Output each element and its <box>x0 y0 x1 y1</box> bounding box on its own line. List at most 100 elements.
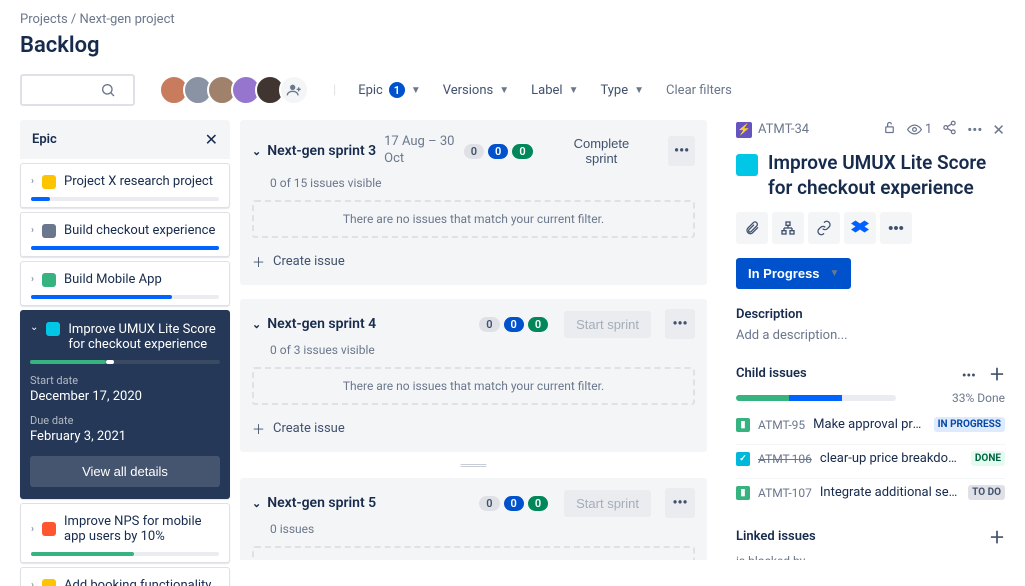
add-link-button[interactable]: ＋ <box>989 524 1005 548</box>
breadcrumb-root[interactable]: Projects <box>20 12 68 27</box>
filter-label[interactable]: Label ▼ <box>531 83 578 98</box>
count-inprogress: 0 <box>504 317 524 332</box>
dropbox-button[interactable] <box>844 212 876 244</box>
child-issue-row[interactable]: ▮ ATMT-95 Make approval pro... IN PROGRE… <box>736 411 1005 438</box>
sprint-name[interactable]: Next-gen sprint 3 <box>267 143 376 159</box>
description-heading: Description <box>736 307 1005 322</box>
epic-color-icon <box>736 154 758 176</box>
add-person-button[interactable] <box>279 75 309 105</box>
sprint-name[interactable]: Next-gen sprint 4 <box>267 316 376 332</box>
link-relation: is blocked by <box>736 554 1005 560</box>
close-icon[interactable]: ✕ <box>992 121 1005 139</box>
count-done: 0 <box>528 496 548 511</box>
epic-color-icon <box>42 522 56 536</box>
filter-epic[interactable]: Epic 1 ▼ <box>358 82 421 98</box>
issue-count: 0 of 3 issues visible <box>270 343 695 357</box>
description-field[interactable]: Add a description... <box>736 328 1005 343</box>
attach-button[interactable] <box>736 212 768 244</box>
sprint-menu-button[interactable]: ••• <box>665 309 695 339</box>
create-issue-button[interactable]: ＋Create issue <box>252 248 695 275</box>
search-input[interactable] <box>20 74 135 106</box>
sprint-action-button[interactable]: Start sprint <box>564 311 651 338</box>
chevron-down-icon[interactable]: ⌄ <box>252 318 261 331</box>
chevron-down-icon: ▼ <box>411 85 421 96</box>
epic-label: Build Mobile App <box>64 272 162 287</box>
chevron-down-icon[interactable]: ⌄ <box>252 145 261 158</box>
count-todo: 0 <box>479 496 499 511</box>
view-all-details-button[interactable]: View all details <box>30 456 220 487</box>
sprint-action-button[interactable]: Complete sprint <box>549 130 655 172</box>
lock-icon[interactable] <box>882 120 897 139</box>
child-issue-row[interactable]: ▮ ATMT-107 Integrate additional serv... … <box>736 478 1005 506</box>
sprint-menu-button[interactable]: ••• <box>668 136 695 166</box>
epic-color-icon <box>42 175 56 189</box>
epic-label: Improve UMUX Lite Score for checkout exp… <box>68 322 220 352</box>
epic-item[interactable]: › Build checkout experience <box>20 212 230 257</box>
create-issue-button[interactable]: ＋Create issue <box>252 415 695 442</box>
epic-label: Improve NPS for mobile app users by 10% <box>64 514 219 544</box>
plus-icon: ＋ <box>252 252 265 271</box>
epic-item[interactable]: › Project X research project <box>20 163 230 208</box>
sprint-card: ⌄ Next-gen sprint 4 0 0 0 Start sprint ••… <box>240 299 707 452</box>
sprint-menu-button[interactable]: ••• <box>665 488 695 518</box>
empty-drop-zone[interactable]: There are no issues that match your curr… <box>252 367 695 405</box>
add-person-icon <box>286 82 302 98</box>
sprint-name[interactable]: Next-gen sprint 5 <box>267 495 376 511</box>
more-icon[interactable]: ••• <box>967 121 982 139</box>
child-key: ATMT-107 <box>758 486 812 500</box>
chevron-down-icon: ⌄ <box>30 322 38 333</box>
child-issues-heading: Child issues <box>736 366 807 381</box>
watch-icon[interactable]: 1 <box>907 122 932 137</box>
issue-count: 0 issues <box>270 522 695 536</box>
issue-title[interactable]: Improve UMUX Lite Score for checkout exp… <box>768 151 1005 200</box>
epic-item[interactable]: › Build Mobile App <box>20 261 230 306</box>
child-summary: Make approval pro... <box>813 417 925 432</box>
issue-key[interactable]: ATMT-34 <box>758 122 809 137</box>
more-icon[interactable]: ••• <box>962 369 976 384</box>
epic-type-icon: ⚡ <box>736 122 752 138</box>
count-todo: 0 <box>464 144 484 159</box>
epic-label: Project X research project <box>64 174 213 189</box>
epic-label: Add booking functionality <box>64 578 211 586</box>
start-date-value: December 17, 2020 <box>30 389 220 404</box>
add-child-button[interactable]: ＋ <box>989 365 1005 384</box>
share-icon[interactable] <box>942 120 957 139</box>
sprint-action-button[interactable]: Start sprint <box>564 490 651 517</box>
epic-item[interactable]: ⌄ Improve UMUX Lite Score for checkout e… <box>20 310 230 499</box>
count-todo: 0 <box>479 317 499 332</box>
chevron-down-icon: ▼ <box>499 85 509 96</box>
count-done: 0 <box>528 317 548 332</box>
chevron-down-icon[interactable]: ⌄ <box>252 497 261 510</box>
chevron-down-icon: ▼ <box>569 85 579 96</box>
breadcrumb-current[interactable]: Next-gen project <box>80 12 175 27</box>
child-issue-row[interactable]: ✓ ATMT-106 clear-up price breakdown DONE <box>736 444 1005 472</box>
child-key: ATMT-106 <box>758 452 812 466</box>
linked-issues-heading: Linked issues <box>736 529 816 544</box>
epic-item[interactable]: › Add booking functionality <box>20 567 230 586</box>
close-icon[interactable]: ✕ <box>205 130 218 149</box>
dropbox-icon <box>851 219 869 237</box>
attachment-icon <box>744 220 760 236</box>
page-title: Backlog <box>20 33 1005 58</box>
epic-color-icon <box>42 579 56 586</box>
breadcrumb-sep: / <box>71 12 76 27</box>
chevron-right-icon: › <box>31 176 34 187</box>
epic-panel-title: Epic <box>32 132 57 147</box>
epic-item[interactable]: › Improve NPS for mobile app users by 10… <box>20 503 230 563</box>
empty-drop-zone[interactable]: Plan a sprint by dragging the sprint foo… <box>252 546 695 560</box>
more-actions-button[interactable]: ••• <box>880 212 912 244</box>
status-dropdown[interactable]: In Progress ▼ <box>736 258 851 289</box>
due-date-value: February 3, 2021 <box>30 429 220 444</box>
filter-versions[interactable]: Versions ▼ <box>443 83 509 98</box>
story-icon: ✓ <box>736 452 750 466</box>
status-lozenge: IN PROGRESS <box>934 417 1005 432</box>
breadcrumb: Projects / Next-gen project <box>20 12 1005 27</box>
link-button[interactable] <box>808 212 840 244</box>
child-issue-button[interactable] <box>772 212 804 244</box>
empty-drop-zone[interactable]: There are no issues that match your curr… <box>252 200 695 238</box>
splitter-handle[interactable]: ═══ <box>240 458 707 472</box>
clear-filters-button[interactable]: Clear filters <box>666 83 732 98</box>
filter-type[interactable]: Type ▼ <box>600 83 644 98</box>
filter-epic-count: 1 <box>389 82 405 98</box>
child-summary: clear-up price breakdown <box>820 451 963 466</box>
